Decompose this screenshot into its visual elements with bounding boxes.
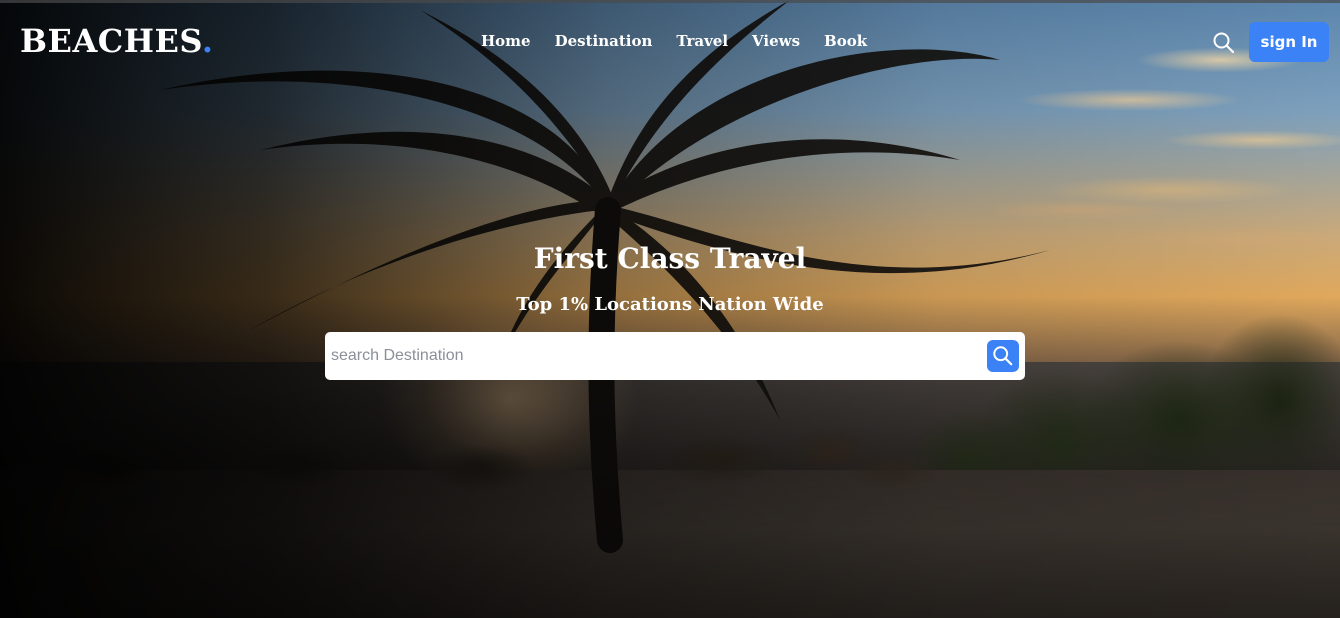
hero-subtitle: Top 1% Locations Nation Wide xyxy=(516,294,824,315)
logo-dot: . xyxy=(201,22,214,60)
nav-views[interactable]: Views xyxy=(752,32,800,50)
destination-search-bar xyxy=(325,332,1025,380)
logo[interactable]: BEACHES. xyxy=(20,22,213,60)
search-icon[interactable] xyxy=(1212,31,1236,55)
search-submit-button[interactable] xyxy=(987,340,1019,372)
search-icon xyxy=(993,346,1013,366)
logo-text: BEACHES xyxy=(20,22,202,60)
hero-title: First Class Travel xyxy=(533,242,807,275)
nav-destination[interactable]: Destination xyxy=(555,32,653,50)
nav-travel[interactable]: Travel xyxy=(676,32,728,50)
top-border xyxy=(0,0,1340,3)
nav-home[interactable]: Home xyxy=(481,32,531,50)
destination-search-input[interactable] xyxy=(325,332,987,380)
sign-in-button[interactable]: sign In xyxy=(1249,22,1329,62)
nav-book[interactable]: Book xyxy=(824,32,867,50)
main-nav: Home Destination Travel Views Book xyxy=(481,32,867,50)
